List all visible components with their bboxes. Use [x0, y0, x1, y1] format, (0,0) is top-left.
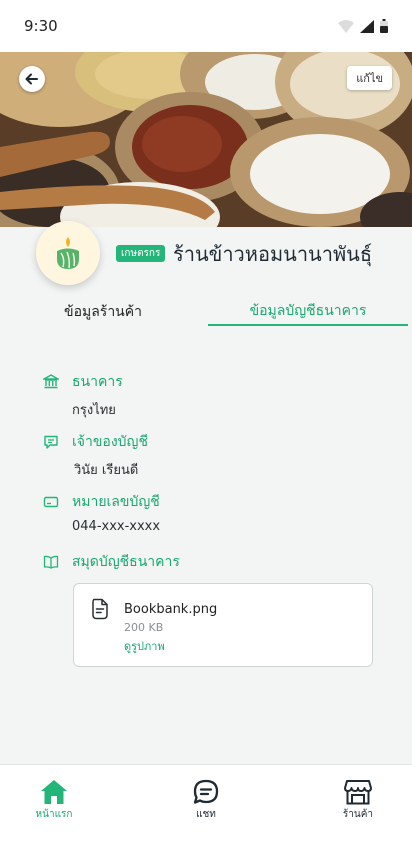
passbook-title: สมุดบัญชีธนาคาร: [72, 554, 180, 570]
account-number-value: 044-xxx-xxxx: [72, 519, 161, 534]
bottom-nav: หน้าแรก แชท ร้านค้า: [0, 764, 412, 844]
file-icon: [90, 598, 110, 624]
tab-shop-info[interactable]: ข้อมูลร้านค้า: [8, 298, 198, 326]
account-owner-icon: [42, 433, 60, 451]
status-bar: 9:30: [0, 0, 412, 52]
back-button[interactable]: [19, 66, 45, 92]
owner-value: วินัย เรียนดี: [74, 463, 139, 478]
farmer-badge: เกษตรกร: [116, 245, 166, 262]
edit-button[interactable]: แก้ไข: [347, 66, 392, 90]
bank-icon: [42, 373, 60, 391]
chat-icon: [193, 779, 219, 804]
view-image-link[interactable]: ดูรูปภาพ: [124, 637, 165, 655]
passbook-file-card[interactable]: Bookbank.png 200 KB ดูรูปภาพ: [73, 583, 373, 667]
shop-logo: [36, 221, 100, 285]
signal-icon: [360, 19, 374, 33]
nav-home[interactable]: หน้าแรก: [14, 779, 94, 822]
rice-logo-icon: [57, 237, 79, 269]
bank-value: กรุงไทย: [72, 403, 116, 418]
nav-home-label: หน้าแรก: [35, 809, 73, 820]
store-icon: [344, 780, 372, 805]
tab-bar: ข้อมูลร้านค้า ข้อมูลบัญชีธนาคาร: [0, 298, 412, 328]
status-time: 9:30: [24, 17, 58, 35]
status-icons: [338, 19, 388, 33]
arrow-left-icon: [25, 73, 38, 85]
shop-name: ร้านข้าวหอมนานาพันธุ์: [173, 242, 373, 266]
account-number-title: หมายเลขบัญชี: [72, 494, 160, 510]
nav-store-label: ร้านค้า: [342, 809, 374, 820]
account-number-section: หมายเลขบัญชี 044-xxx-xxxx: [42, 491, 160, 534]
bank-title: ธนาคาร: [72, 374, 123, 390]
home-icon: [41, 780, 67, 804]
nav-chat-label: แชท: [196, 809, 216, 820]
passbook-section: สมุดบัญชีธนาคาร: [42, 551, 180, 573]
owner-section: เจ้าของบัญชี วินัย เรียนดี: [42, 431, 148, 480]
tab-bank-info[interactable]: ข้อมูลบัญชีธนาคาร: [208, 298, 408, 326]
owner-title: เจ้าของบัญชี: [72, 434, 148, 450]
file-size: 200 KB: [124, 621, 164, 634]
credit-card-icon: [42, 493, 60, 511]
wifi-icon: [338, 19, 354, 33]
nav-store[interactable]: ร้านค้า: [318, 779, 398, 822]
book-icon: [42, 553, 60, 571]
bank-section: ธนาคาร กรุงไทย: [42, 371, 123, 420]
battery-icon: [380, 19, 388, 33]
file-name: Bookbank.png: [124, 602, 218, 617]
nav-chat[interactable]: แชท: [166, 779, 246, 822]
